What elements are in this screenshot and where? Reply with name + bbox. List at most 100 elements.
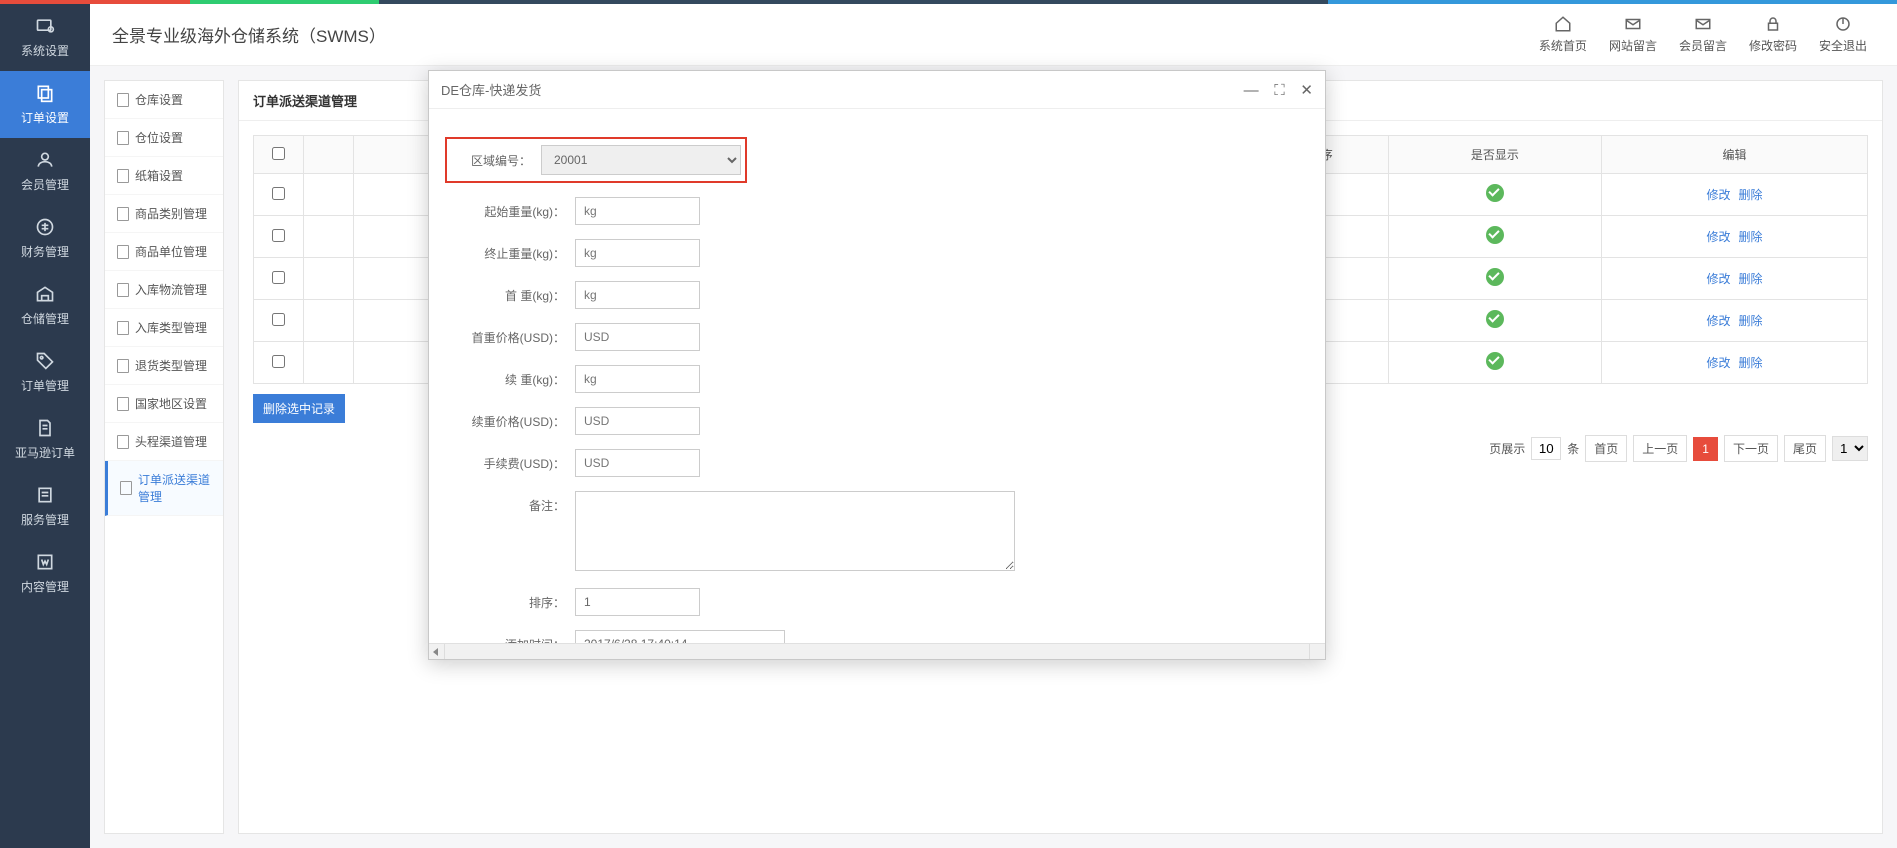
- file-icon: [117, 397, 129, 411]
- check-icon: [1486, 310, 1504, 328]
- cont-weight-input[interactable]: [575, 365, 700, 393]
- nav-label: 财务管理: [21, 245, 69, 259]
- nav-content[interactable]: 内容管理: [0, 540, 90, 607]
- delete-selected-button[interactable]: 删除选中记录: [253, 394, 345, 423]
- submenu-unit[interactable]: 商品单位管理: [105, 233, 223, 271]
- delete-link[interactable]: 删除: [1739, 314, 1763, 328]
- nav-label: 会员管理: [21, 178, 69, 192]
- nav-label: 内容管理: [21, 580, 69, 594]
- row-checkbox[interactable]: [272, 187, 285, 200]
- row-checkbox[interactable]: [272, 313, 285, 326]
- label-end-weight: 终止重量(kg)：: [445, 239, 575, 262]
- warehouse-icon: [35, 284, 55, 304]
- pager-first[interactable]: 首页: [1585, 435, 1627, 462]
- nav-finance[interactable]: 财务管理: [0, 205, 90, 272]
- pager-last[interactable]: 尾页: [1784, 435, 1826, 462]
- label-first-weight: 首 重(kg)：: [445, 281, 575, 304]
- delete-link[interactable]: 删除: [1739, 272, 1763, 286]
- file-icon: [117, 359, 129, 373]
- topbar-sitemsg[interactable]: 网站留言: [1601, 15, 1665, 54]
- submenu-warehouse-settings[interactable]: 仓库设置: [105, 81, 223, 119]
- home-icon: [1554, 15, 1572, 33]
- submenu-delivery-channel[interactable]: 订单派送渠道管理: [105, 461, 223, 516]
- submenu-country[interactable]: 国家地区设置: [105, 385, 223, 423]
- submenu-intype[interactable]: 入库类型管理: [105, 309, 223, 347]
- minimize-icon[interactable]: —: [1244, 82, 1259, 99]
- user-icon: [35, 150, 55, 170]
- file-icon: [117, 131, 129, 145]
- money-icon: [35, 217, 55, 237]
- nav-amazon[interactable]: 亚马逊订单: [0, 406, 90, 473]
- submenu-box-settings[interactable]: 纸箱设置: [105, 157, 223, 195]
- pager-prev[interactable]: 上一页: [1633, 435, 1687, 462]
- topbar-home[interactable]: 系统首页: [1531, 15, 1595, 54]
- pager-current[interactable]: 1: [1693, 437, 1718, 461]
- nav-label: 订单管理: [21, 379, 69, 393]
- nav-order-settings[interactable]: 订单设置: [0, 71, 90, 138]
- end-weight-input[interactable]: [575, 239, 700, 267]
- check-icon: [1486, 268, 1504, 286]
- edit-link[interactable]: 修改: [1706, 356, 1730, 370]
- submenu-category[interactable]: 商品类别管理: [105, 195, 223, 233]
- modal-scrollbar[interactable]: [429, 643, 1325, 659]
- remark-textarea[interactable]: [575, 491, 1015, 571]
- file-icon: [117, 207, 129, 221]
- submenu-logistics[interactable]: 入库物流管理: [105, 271, 223, 309]
- gear-icon: [35, 16, 55, 36]
- app-title: 全景专业级海外仓储系统（SWMS）: [112, 22, 1531, 47]
- delete-link[interactable]: 删除: [1739, 188, 1763, 202]
- nav-service[interactable]: 服务管理: [0, 473, 90, 540]
- row-checkbox[interactable]: [272, 271, 285, 284]
- delete-link[interactable]: 删除: [1739, 356, 1763, 370]
- page-size-input[interactable]: [1531, 437, 1561, 460]
- nav-warehouse[interactable]: 仓储管理: [0, 272, 90, 339]
- first-weight-input[interactable]: [575, 281, 700, 309]
- col-edit: 编辑: [1602, 136, 1868, 174]
- label-cont-price: 续重价格(USD)：: [445, 407, 575, 430]
- edit-link[interactable]: 修改: [1706, 230, 1730, 244]
- topbar-membermsg[interactable]: 会员留言: [1671, 15, 1735, 54]
- check-icon: [1486, 184, 1504, 202]
- submenu-headchannel[interactable]: 头程渠道管理: [105, 423, 223, 461]
- submenu: 仓库设置 仓位设置 纸箱设置 商品类别管理 商品单位管理 入库物流管理 入库类型…: [104, 80, 224, 834]
- topbar: 全景专业级海外仓储系统（SWMS） 系统首页 网站留言 会员留言 修改密码 安全…: [90, 4, 1897, 66]
- nav-label: 系统设置: [21, 44, 69, 58]
- nav-label: 仓储管理: [21, 312, 69, 326]
- label-sort: 排序：: [445, 588, 575, 611]
- edit-link[interactable]: 修改: [1706, 272, 1730, 286]
- copy-icon: [35, 83, 55, 103]
- nav-system[interactable]: 系统设置: [0, 4, 90, 71]
- row-checkbox[interactable]: [272, 229, 285, 242]
- pager-next[interactable]: 下一页: [1724, 435, 1778, 462]
- topbar-logout[interactable]: 安全退出: [1811, 15, 1875, 54]
- edit-link[interactable]: 修改: [1706, 314, 1730, 328]
- edit-link[interactable]: 修改: [1706, 188, 1730, 202]
- nav-member[interactable]: 会员管理: [0, 138, 90, 205]
- power-icon: [1834, 15, 1852, 33]
- maximize-icon[interactable]: ⛶: [1274, 82, 1285, 99]
- sort-input[interactable]: [575, 588, 700, 616]
- first-price-input[interactable]: [575, 323, 700, 351]
- pager-jump-select[interactable]: 1: [1832, 436, 1868, 461]
- file-icon: [117, 283, 129, 297]
- topbar-password[interactable]: 修改密码: [1741, 15, 1805, 54]
- submenu-returntype[interactable]: 退货类型管理: [105, 347, 223, 385]
- label-first-price: 首重价格(USD)：: [445, 323, 575, 346]
- sidebar-nav: 系统设置 订单设置 会员管理 财务管理 仓储管理 订单管理 亚马逊订单 服务管: [0, 4, 90, 848]
- close-icon[interactable]: ✕: [1300, 82, 1313, 99]
- doc-icon: [35, 418, 55, 438]
- lock-icon: [1764, 15, 1782, 33]
- addtime-input[interactable]: [575, 630, 785, 643]
- cont-price-input[interactable]: [575, 407, 700, 435]
- fee-input[interactable]: [575, 449, 700, 477]
- row-checkbox[interactable]: [272, 355, 285, 368]
- nav-orders[interactable]: 订单管理: [0, 339, 90, 406]
- delete-link[interactable]: 删除: [1739, 230, 1763, 244]
- mail-icon: [1624, 15, 1642, 33]
- submenu-bin-settings[interactable]: 仓位设置: [105, 119, 223, 157]
- start-weight-input[interactable]: [575, 197, 700, 225]
- file-icon: [117, 435, 129, 449]
- label-remark: 备注：: [445, 491, 575, 514]
- select-all-checkbox[interactable]: [272, 147, 285, 160]
- region-select[interactable]: 20001: [541, 145, 741, 175]
